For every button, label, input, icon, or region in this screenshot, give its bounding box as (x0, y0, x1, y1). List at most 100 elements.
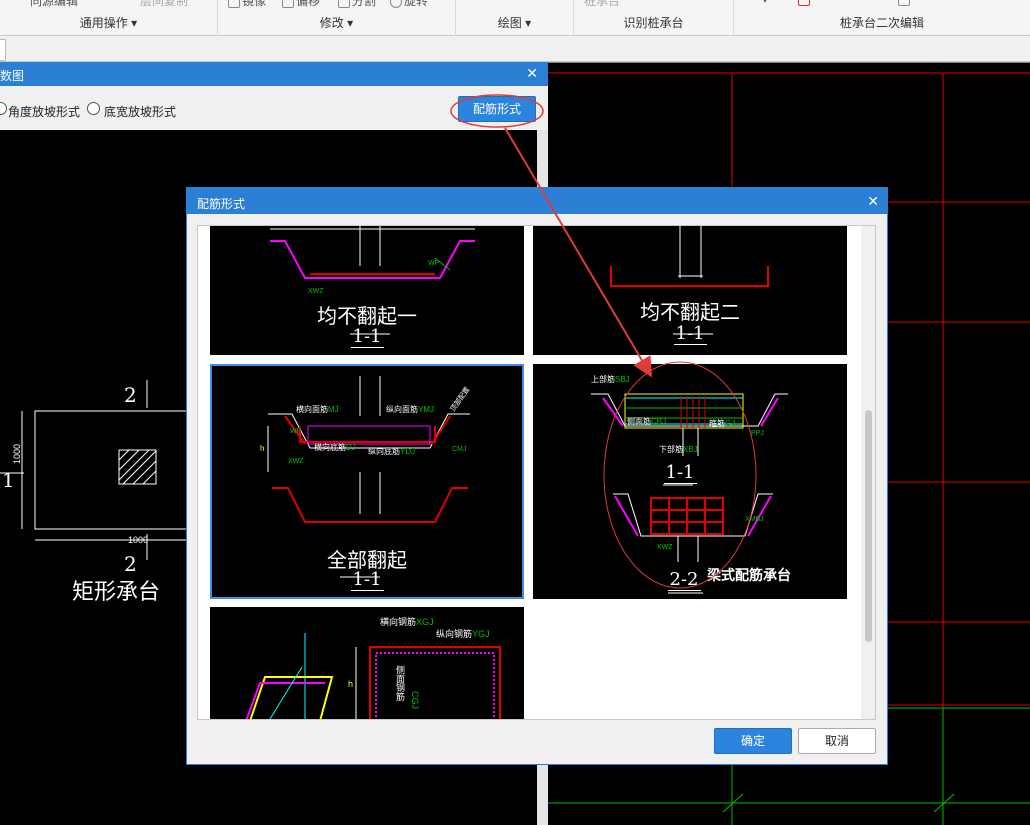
ribbon-cut-text[interactable]: 镜像 (228, 0, 266, 9)
close-icon[interactable]: ✕ (526, 65, 538, 82)
document-tab-strip (0, 36, 1030, 62)
section-number: 2 (124, 383, 137, 407)
rebar-label: 上部筋SBJ (591, 375, 630, 384)
rebar-label: 侧面钢筋 (395, 665, 405, 701)
edit-icon (898, 0, 910, 6)
rebar-label: 侧面筋CBJ (627, 417, 667, 426)
ribbon-cut-text[interactable]: 层间复制 (140, 0, 188, 9)
rebar-label: XWZ (657, 544, 673, 551)
ribbon-group-label[interactable]: 修改 ▾ (218, 14, 455, 31)
rebar-label: XMBJ (745, 516, 764, 523)
rebar-label: 下部筋XBJ (659, 445, 698, 454)
option-section: 1-1 (350, 569, 384, 591)
ribbon-group-label[interactable]: 桩承台二次编辑 (734, 14, 1030, 31)
rebar-label: 纵向面筋YMJ (386, 405, 434, 414)
ribbon-cut-text[interactable]: 偏移 (282, 0, 320, 9)
rebar-form-button[interactable]: 配筋形式 (458, 96, 536, 122)
rebar-option-no-bend-2[interactable]: 均不翻起二 1-1 (533, 226, 847, 355)
rebar-label: WP (428, 260, 440, 267)
rebar-label: 纵向钢筋YGJ (436, 629, 490, 639)
ribbon-cut-text[interactable]: 桩承台 (584, 0, 620, 9)
cap-outline (34, 410, 196, 530)
split-icon (338, 0, 350, 8)
cad-line (270, 240, 475, 279)
section-number: 2 (124, 552, 137, 576)
radio-angle-slope[interactable] (0, 102, 7, 115)
rebar-label: XWZ (308, 288, 324, 295)
rebar-label: XWZ (288, 458, 304, 465)
chevron-down-icon: ▾ (131, 16, 138, 30)
rebar-options-list: XWZ WP 均不翻起一 1-1 均不翻起二 1-1 横向面筋MJ 纵向面筋YM… (197, 225, 876, 720)
close-icon[interactable]: ✕ (867, 193, 879, 210)
rebar-label: 纵向底筋YDJ (368, 447, 416, 456)
radio-width-slope[interactable] (87, 102, 100, 115)
ribbon-cut-text[interactable] (798, 0, 812, 6)
cad-line (272, 487, 468, 523)
dialog-title: 数图 (0, 69, 25, 83)
ribbon-group-label[interactable]: 绘图 ▾ (456, 14, 573, 31)
rotate-icon (390, 0, 402, 8)
ribbon-group-modify: 镜像 偏移 分割 旋转 修改 ▾ (218, 0, 456, 36)
stirrups (680, 396, 706, 428)
option-drawing (245, 633, 501, 719)
rebar-label: 箍筋GJ (709, 419, 736, 428)
ribbon-group-label[interactable]: 通用操作 ▾ (0, 14, 217, 31)
ribbon-cut-text[interactable] (898, 0, 912, 6)
cad-line (269, 666, 303, 719)
radio-label-width-slope[interactable]: 底宽放坡形式 (104, 103, 176, 120)
ribbon-cut-text[interactable]: 分割 (338, 0, 376, 9)
option-section: 1-1 (350, 326, 384, 348)
hatch-line (118, 449, 140, 471)
rebar-label: 横向面筋MJ (296, 405, 339, 414)
cancel-button[interactable]: 取消 (798, 728, 876, 754)
chevron-down-icon[interactable]: ▾ (762, 0, 768, 6)
chevron-down-icon: ▾ (347, 16, 354, 30)
ribbon-group-label[interactable]: 识别桩承台 (574, 14, 733, 31)
ribbon-cut-text[interactable]: 旋转 (390, 0, 428, 9)
options-scrollbar[interactable] (861, 226, 875, 719)
ribbon-group-draw: 绘图 ▾ (456, 0, 574, 36)
dim-text-height: 1000 (12, 443, 22, 464)
scrollbar-thumb[interactable] (865, 410, 872, 642)
cad-line (613, 493, 773, 537)
dialog-title: 配筋形式 (197, 197, 246, 211)
ribbon-group-secondary-edit: ▾ 桩承台二次编辑 (734, 0, 1030, 36)
rebar-label: PPJ (751, 430, 764, 437)
rebar-option-no-bend-1[interactable]: XWZ WP 均不翻起一 1-1 (210, 226, 524, 355)
hatch-line (132, 460, 157, 485)
document-tab[interactable] (0, 39, 6, 61)
ribbon-toolbar: 同源编辑 层间复制 通用操作 ▾ 镜像 偏移 分割 旋转 修改 ▾ 绘图 ▾ 桩… (0, 0, 1030, 36)
option-caption: 均不翻起二 (640, 300, 740, 324)
slope-icon (798, 0, 810, 6)
radio-label-angle-slope[interactable]: 角度放坡形式 (8, 103, 80, 120)
slope-options: 角度放坡形式 底宽放坡形式 配筋形式 (0, 86, 548, 131)
dialog-title-bar[interactable]: 数图 ✕ (0, 62, 548, 86)
cad-line (245, 682, 325, 719)
pile-hatch (118, 449, 157, 485)
dim-text-width: 1000 (128, 535, 149, 545)
dialog-title-bar[interactable]: 配筋形式 ✕ (187, 188, 887, 214)
cad-line (299, 426, 436, 443)
rebar-option-all-bend[interactable]: 横向面筋MJ 纵向面筋YMJ 横向底筋DJ 纵向底筋YDJ WP XWZ CMJ… (210, 364, 524, 599)
rebar-option-5[interactable]: 横向钢筋XGJ 纵向钢筋YGJ 侧面钢筋 CGJ h (210, 607, 524, 719)
ribbon-group-identify: 桩承台 识别桩承台 (574, 0, 734, 36)
mirror-icon (228, 0, 240, 8)
cad-line (760, 397, 779, 427)
cad-line (602, 397, 624, 427)
section-number: 1 (2, 468, 15, 492)
rebar-option-beam-style[interactable]: 上部筋SBJ 侧面筋CBJ 箍筋GJ 下部筋XBJ PPJ XWZ XMBJ 1… (533, 364, 847, 599)
rebar-label: CGJ (410, 691, 420, 709)
rebar-label: h (348, 679, 354, 689)
rebar-form-dialog: 配筋形式 ✕ XWZ WP 均不翻起一 1-1 均不翻起二 1-1 横向面筋MJ… (186, 187, 888, 765)
rebar-label: h (260, 444, 265, 453)
rebar-label: 横向底筋DJ (314, 443, 356, 452)
cad-line (369, 646, 501, 719)
ok-button[interactable]: 确定 (714, 728, 792, 754)
rebar-label: 横向钢筋XGJ (380, 617, 434, 627)
option-section: 1-1 (673, 323, 707, 345)
rebar-label: WP (290, 428, 302, 435)
ribbon-cut-text[interactable]: 同源编辑 (30, 0, 78, 9)
option-caption: 梁式配筋承台 (707, 567, 791, 583)
chevron-down-icon: ▾ (525, 16, 532, 30)
option-section: 2-2 (667, 569, 701, 591)
